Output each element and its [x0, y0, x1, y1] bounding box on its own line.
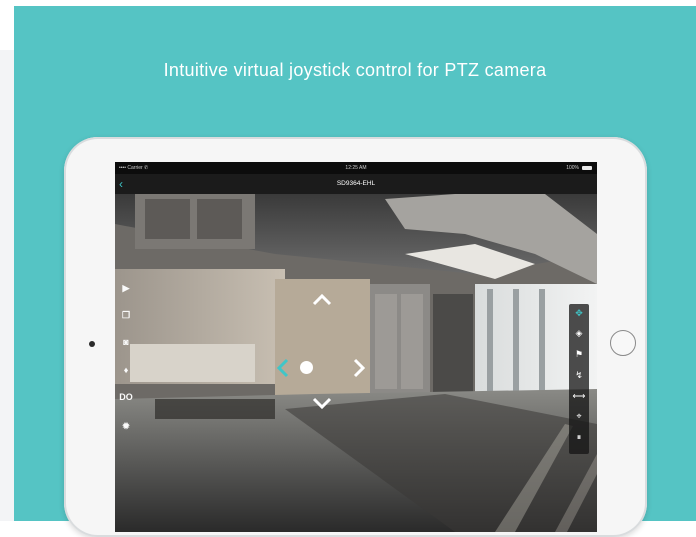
joystick-up-arrow-icon[interactable] — [311, 292, 333, 306]
joystick-handle[interactable] — [300, 361, 313, 374]
status-battery-text: 100% — [566, 165, 579, 171]
flag-icon[interactable]: ⚑ — [569, 345, 589, 363]
page-left-margin — [0, 0, 14, 521]
tablet-home-button — [610, 330, 636, 356]
patrol-icon[interactable]: ↯ — [569, 366, 589, 384]
back-chevron-icon[interactable]: ‹ — [119, 176, 123, 192]
focus-icon[interactable]: ⌖ — [569, 407, 589, 425]
app-screen: •••• Carrier ✆ 12:25 AM 100% ‹ SD9364-EH… — [115, 162, 597, 532]
target-icon[interactable]: ◈ — [569, 324, 589, 342]
tablet-front-camera — [89, 341, 95, 347]
window-icon[interactable]: ❐ — [119, 309, 133, 321]
joystick-down-arrow-icon[interactable] — [311, 397, 333, 411]
digital-output-icon[interactable]: DO — [117, 391, 135, 403]
pause-icon[interactable]: ⏸ — [569, 428, 589, 446]
joystick-right-arrow-icon[interactable] — [353, 357, 367, 379]
camera-live-view[interactable]: ▶ ❐ ◙ ♦ DO ✹ ✥ ◈ ⚑ ↯ ⟷ ⌖ ⏸ — [115, 194, 597, 532]
camera-title: SD9364-EHL — [336, 180, 376, 187]
joystick-move-icon[interactable]: ✥ — [569, 304, 589, 322]
playback-icon[interactable]: ▶ — [119, 282, 133, 294]
headline: Intuitive virtual joystick control for P… — [163, 60, 547, 80]
status-time: 12:25 AM — [345, 165, 367, 171]
status-bar: •••• Carrier ✆ 12:25 AM 100% — [115, 162, 597, 174]
battery-icon — [582, 166, 592, 170]
joystick-left-arrow-icon[interactable] — [275, 357, 289, 379]
settings-icon[interactable]: ✹ — [119, 420, 133, 432]
camera-icon[interactable]: ◙ — [119, 336, 133, 348]
page-left-margin-top — [0, 0, 14, 50]
microphone-icon[interactable]: ♦ — [119, 364, 133, 376]
auto-pan-icon[interactable]: ⟷ — [569, 387, 589, 405]
nav-bar: ‹ SD9364-EHL — [115, 174, 597, 194]
